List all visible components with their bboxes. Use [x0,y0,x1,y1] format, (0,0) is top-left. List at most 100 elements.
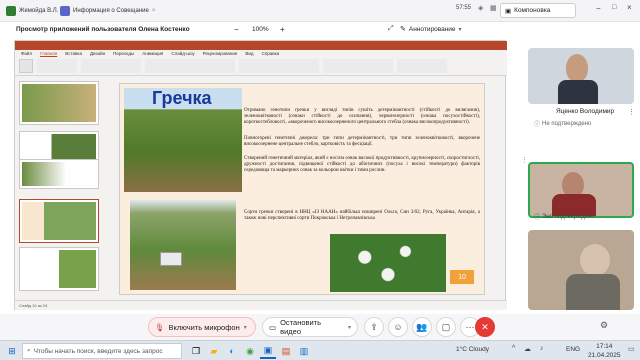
volume-icon[interactable]: ♪ [540,345,544,352]
leave-button[interactable]: ✕ [475,317,495,337]
ribbon-toolbar [19,59,503,74]
chat-button[interactable]: ▢ [436,317,456,337]
slide-thumbnail[interactable] [19,81,99,125]
ppt-ribbon: Файл Главная Вставка Дизайн Переходы Ани… [15,50,507,76]
taskbar-search[interactable]: ⌕ Чтобы начать поиск, введите здесь запр… [22,343,182,359]
share-view-bar: Просмотр приложений пользователя Олена К… [0,22,520,38]
share-title: Просмотр приложений пользователя Олена К… [16,26,190,33]
slide-thumbnail-selected[interactable] [19,199,99,243]
slide-canvas[interactable]: Гречка Отримано генотипи гречки у вигляд… [119,83,485,295]
slide-number: 10 [450,270,474,284]
camera-icon: ▭ [269,322,277,332]
meeting-controls: 🎙 Включить микрофон ▾ ▭ Остановить видео… [0,314,640,340]
chrome-icon[interactable]: ◉ [242,343,258,359]
tab-zhemoyda[interactable]: Жемойда В.Л. × [6,4,65,18]
slide-paragraph: Отримано генотипи гречки у вигляді типів… [244,108,480,125]
more-icon: ⋯ [465,321,475,332]
maximize-icon[interactable]: □ [612,4,616,11]
mic-off-icon: ⓘ [534,215,541,221]
grid-icon[interactable]: ▦ [490,4,497,12]
ribbon-tab[interactable]: Вставка [65,51,82,56]
participants-button[interactable]: 👥 [412,317,432,337]
slide-title: Гречка [152,88,212,108]
tab-meeting-info[interactable]: Информация о Совещание × [60,4,155,18]
reactions-button[interactable]: ☺ [388,317,408,337]
language-indicator[interactable]: ENG [566,346,580,353]
participant-status: ⓘ Не подтверждено [534,120,592,129]
mic-off-icon: 🎙 [155,322,165,332]
close-icon[interactable]: × [152,8,156,14]
tab-label: Жемойда В.Л. [19,8,59,14]
video-button[interactable]: ▭ Остановить видео ▾ [262,317,358,337]
font-group[interactable] [145,59,235,73]
field-plot-photo [130,200,236,290]
ribbon-tab[interactable]: Вид [245,51,253,56]
paragraph-group[interactable] [239,59,319,73]
ribbon-tabs: Файл Главная Вставка Дизайн Переходы Ани… [21,51,279,56]
ppt-title-bar [15,41,507,50]
participant-video-yatsenko[interactable] [528,48,634,104]
ribbon-tab[interactable]: Справка [262,51,280,56]
minimize-icon[interactable]: − [596,4,601,13]
tab-label: Информация о Совещание [73,8,149,14]
meeting-app-icon[interactable]: ▣ [260,343,276,359]
task-view-icon[interactable]: ❐ [188,343,204,359]
participant-name: Яценко Володимир [556,108,615,115]
edge-icon[interactable]: ◐ [224,343,240,359]
ribbon-tab[interactable]: Дизайн [90,51,105,56]
slide-paragraph: Створений генетичний матеріал, який є но… [244,156,480,173]
clock[interactable]: 17:14 21.04.2025 [588,342,621,360]
participant-status: ⓘ Эно подтверждено [534,213,595,222]
chat-icon: ▢ [441,321,451,332]
clipboard-group[interactable] [37,59,77,73]
tray-chevron-icon[interactable]: ^ [512,345,515,352]
powerpoint-icon[interactable]: ▤ [278,343,294,359]
word-icon[interactable]: ▥ [296,343,312,359]
panel-collapse-icon[interactable]: ⋮ [521,156,528,164]
participant-video-3[interactable] [528,230,634,310]
ribbon-tab[interactable]: Файл [21,51,32,56]
notifications-icon[interactable]: ▭ [628,345,635,353]
slide-thumbnail[interactable] [19,159,99,189]
calendar-icon [60,6,70,16]
layout-icon: ▣ [505,7,512,15]
zoom-in-button[interactable]: + [280,25,285,34]
editing-group[interactable] [397,59,447,73]
search-icon: ⌕ [27,347,31,354]
zoom-out-button[interactable]: − [234,25,239,34]
chevron-down-icon: ▾ [458,26,462,33]
slide-paragraph: Повногорені генетичні джерела: три типи … [244,136,480,147]
file-explorer-icon[interactable]: ▰ [206,343,222,359]
shield-icon: ◈ [478,5,484,12]
chevron-down-icon[interactable]: ▾ [348,324,351,331]
network-icon[interactable]: ☁ [524,345,531,353]
slide-paragraph: Сорти гречки створені в ННЦ «ІЗ НААН» на… [244,210,480,221]
participant-video-2[interactable] [528,162,634,218]
annotate-button[interactable]: ✎ Аннотирование ▾ [400,25,462,34]
layout-button[interactable]: ▣ Компоновка [500,3,576,18]
weather-widget[interactable]: 1°C Cloudy [456,346,489,353]
ribbon-tab[interactable]: Главная [40,51,57,56]
ribbon-tab[interactable]: Слайд-шоу [171,51,194,56]
fit-icon[interactable]: ⤢ [388,25,394,33]
slide-thumbnail[interactable] [19,247,99,291]
meeting-timer: 57:55 [456,5,472,11]
ribbon-tab[interactable]: Анимация [142,51,163,56]
share-icon: ⇪ [370,321,378,332]
windows-start-icon[interactable]: ⊞ [4,343,20,359]
mic-button[interactable]: 🎙 Включить микрофон ▾ [148,317,256,337]
ribbon-tab[interactable]: Переходы [113,51,134,56]
share-screen-button[interactable]: ⇪ [364,317,384,337]
chevron-down-icon[interactable]: ▾ [244,324,247,331]
powerpoint-window: Файл Главная Вставка Дизайн Переходы Ани… [14,40,507,310]
windows-taskbar: ⊞ ⌕ Чтобы начать поиск, введите здесь за… [0,340,640,360]
pen-icon: ✎ [400,26,406,33]
drawing-group[interactable] [323,59,393,73]
close-window-icon[interactable]: × [627,3,632,12]
paste-icon[interactable] [19,59,33,73]
more-icon[interactable]: ⋮ [628,108,635,116]
slides-group[interactable] [81,59,141,73]
ribbon-tab[interactable]: Рецензирование [203,51,238,56]
settings-icon[interactable]: ⚙ [600,320,608,331]
zoom-level: 100% [252,26,269,33]
